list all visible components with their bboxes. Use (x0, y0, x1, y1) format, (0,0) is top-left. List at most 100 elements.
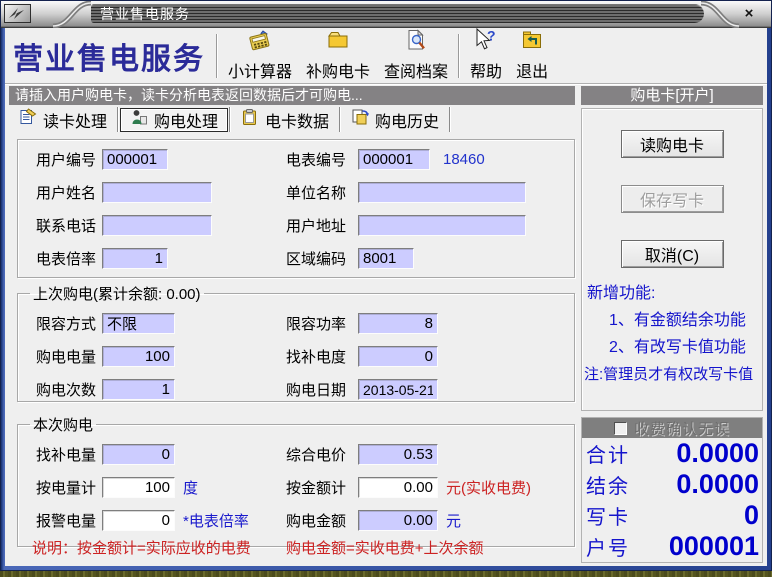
user-info-group: 用户编号 电表编号 18460 用户姓名 (17, 139, 575, 278)
read-card-icon (19, 108, 37, 131)
rebuy-card-button[interactable]: 补购电卡 (302, 30, 374, 82)
adjust-degree-label: 找补电度 (286, 346, 358, 367)
confirm-checkbox[interactable] (614, 422, 627, 435)
app-window: 营业售电服务 × 营业售电服务 (0, 0, 772, 571)
app-logo-icon (4, 4, 31, 23)
purchase-date-field[interactable] (358, 379, 438, 400)
meter-no-field[interactable] (358, 149, 430, 170)
address-label: 用户地址 (286, 215, 358, 236)
tab-purchase-process[interactable]: 购电处理 (120, 108, 228, 132)
cancel-button[interactable]: 取消(C) (621, 240, 724, 268)
adjust-qty-label: 找补电量 (36, 444, 102, 465)
by-amount-field[interactable] (358, 477, 438, 498)
toolbar: 营业售电服务 (5, 28, 767, 84)
purchase-energy-label: 购电电量 (36, 346, 102, 367)
org-name-label: 单位名称 (286, 182, 358, 203)
meter-no-extra: 18460 (443, 151, 485, 168)
feature-notes-title: 新增功能: (582, 280, 762, 307)
limit-power-label: 限容功率 (286, 313, 358, 334)
amount-field[interactable] (358, 510, 438, 531)
by-energy-field[interactable] (102, 477, 175, 498)
read-card-button[interactable]: 读购电卡 (621, 130, 724, 158)
exit-button[interactable]: 退出 (512, 30, 552, 82)
status-message-bar: 请插入用户购电卡，读卡分析电表返回数据后才可购电... (9, 86, 575, 105)
app-title: 营业售电服务 (13, 34, 213, 78)
adjust-degree-field[interactable] (358, 346, 438, 367)
phone-field[interactable] (102, 215, 212, 236)
feature-note-1: 1、有金额结余功能 (582, 307, 762, 334)
account-no-label: 户号 (586, 532, 630, 561)
current-purchase-group: 本次购电 找补电量 综合电价 按电量计 (17, 414, 575, 547)
tab-card-data-label: 电卡数据 (265, 108, 329, 132)
view-archive-button[interactable]: 查阅档案 (380, 30, 452, 82)
summary-row-balance: 结余 0.0000 (582, 469, 762, 500)
feature-notes: 新增功能: 1、有金额结余功能 2、有改写卡值功能 注:管理员才有权改写卡值 (582, 280, 762, 388)
write-card-label: 写卡 (586, 501, 630, 530)
meter-ratio-label: 电表倍率 (36, 248, 102, 269)
by-amount-suffix: 元(实收电费) (446, 477, 531, 498)
confirm-bar: 收费确认无误 (582, 418, 762, 438)
card-actions-panel: 读购电卡 保存写卡 取消(C) 新增功能: 1、有金额结余功能 2、有改写卡值功… (581, 108, 763, 411)
titlebar-ribbon: 营业售电服务 (91, 4, 704, 23)
purchase-date-label: 购电日期 (286, 379, 358, 400)
left-column: 请插入用户购电卡，读卡分析电表返回数据后才可购电... 读卡处理 (9, 86, 575, 566)
by-energy-label: 按电量计 (36, 477, 102, 498)
help-icon: ? (474, 28, 498, 58)
area-code-field[interactable] (358, 248, 414, 269)
confirm-checkbox-label: 收费确认无误 (634, 418, 730, 439)
alarm-qty-field[interactable] (102, 510, 175, 531)
last-purchase-legend: 上次购电(累计余额: 0.00) (30, 283, 204, 304)
rebuy-card-button-label: 补购电卡 (306, 58, 370, 82)
tab-separator (449, 107, 451, 132)
by-amount-label: 按金额计 (286, 477, 358, 498)
purchase-count-field[interactable] (102, 379, 175, 400)
limit-mode-label: 限容方式 (36, 313, 102, 334)
close-icon[interactable]: × (740, 5, 758, 23)
tab-separator (339, 107, 341, 132)
help-button-label: 帮助 (470, 58, 502, 82)
save-write-card-button[interactable]: 保存写卡 (621, 185, 724, 213)
titlebar: 营业售电服务 × (1, 1, 771, 28)
area-code-label: 区域编码 (286, 248, 358, 269)
calculator-icon (248, 28, 272, 58)
amount-label: 购电金额 (286, 510, 358, 531)
limit-mode-field[interactable] (102, 313, 175, 334)
tab-purchase-history-label: 购电历史 (375, 108, 439, 132)
window-frame: 营业售电服务 (1, 28, 771, 570)
user-no-field[interactable] (102, 149, 168, 170)
right-panel: 购电卡[开户] 读购电卡 保存写卡 取消(C) 新增功能: 1、有金额结余功能 … (581, 86, 763, 566)
balance-label: 结余 (586, 470, 630, 499)
note-left: 说明：按金额计=实际应收的电费 (32, 537, 251, 558)
view-archive-button-label: 查阅档案 (384, 58, 448, 82)
user-name-label: 用户姓名 (36, 182, 102, 203)
org-name-field[interactable] (358, 182, 526, 203)
summary-panel: 收费确认无误 合计 0.0000 结余 0.0000 写卡 0 (581, 417, 763, 563)
search-doc-icon (404, 28, 428, 58)
summary-row-account-no: 户号 000001 (582, 531, 762, 562)
feature-note-admin: 注:管理员才有权改写卡值 (582, 361, 762, 388)
tab-card-data[interactable]: 电卡数据 (232, 108, 338, 132)
meter-no-label: 电表编号 (286, 149, 358, 170)
history-cards-icon (351, 108, 369, 131)
adjust-qty-field[interactable] (102, 444, 175, 465)
feature-note-2: 2、有改写卡值功能 (582, 334, 762, 361)
tab-read-card[interactable]: 读卡处理 (10, 108, 116, 132)
user-name-field[interactable] (102, 182, 212, 203)
purchase-energy-field[interactable] (102, 346, 175, 367)
balance-value: 0.0000 (676, 469, 759, 500)
by-energy-suffix: 度 (183, 477, 198, 498)
titlebar-swoosh-right (699, 1, 741, 28)
tab-purchase-process-label: 购电处理 (154, 108, 218, 132)
limit-power-field[interactable] (358, 313, 438, 334)
help-button[interactable]: ? 帮助 (466, 30, 506, 82)
calculator-button[interactable]: 小计算器 (224, 30, 296, 82)
address-field[interactable] (358, 215, 526, 236)
amount-suffix: 元 (446, 510, 461, 531)
note-right: 购电金额=实收电费+上次余额 (286, 537, 484, 558)
calculator-button-label: 小计算器 (228, 58, 292, 82)
user-no-label: 用户编号 (36, 149, 102, 170)
tab-purchase-history[interactable]: 购电历史 (342, 108, 448, 132)
unit-price-field[interactable] (358, 444, 438, 465)
meter-ratio-field[interactable] (102, 248, 168, 269)
toolbar-separator (216, 34, 218, 78)
